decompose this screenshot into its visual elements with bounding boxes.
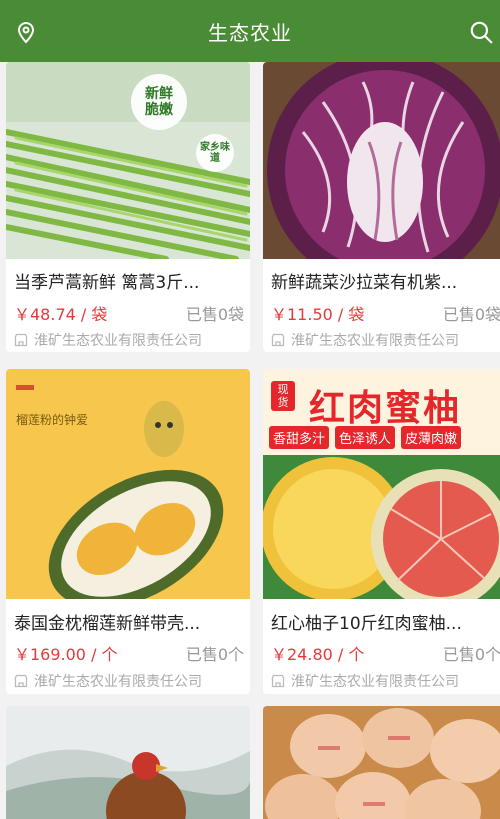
feature-chip: 皮薄肉嫩 (401, 426, 462, 449)
product-card[interactable]: 榴莲粉的钟爱 泰国金枕榴莲新鲜带壳... ￥169.00 / 个 已售0个 淮矿… (6, 369, 250, 694)
product-image[interactable] (263, 62, 500, 259)
app-header: 生态农业 (0, 0, 500, 62)
hometown-badge: 家乡味道 (196, 134, 234, 172)
store-icon (271, 333, 285, 347)
page-title: 生态农业 (208, 20, 292, 45)
search-icon[interactable] (468, 19, 494, 45)
product-name[interactable]: 红心柚子10斤红肉蜜柚... (271, 609, 500, 634)
shop-name[interactable]: 淮矿生态农业有限责任公司 (14, 671, 202, 691)
feature-chips: 香甜多汁 色泽诱人 皮薄肉嫩 (269, 426, 462, 449)
product-card[interactable]: 新鲜 脆嫩 家乡味道 当季芦蒿新鲜 篱蒿3斤... ￥48.74 / 袋 已售0… (6, 62, 250, 352)
sold-count: 已售0袋 (185, 305, 244, 324)
durian-caption: 榴莲粉的钟爱 (16, 413, 89, 427)
product-card[interactable] (263, 706, 500, 819)
location-pin-icon[interactable] (14, 20, 38, 44)
feature-chip: 色泽诱人 (335, 426, 396, 449)
product-grid: 新鲜 脆嫩 家乡味道 当季芦蒿新鲜 篱蒿3斤... ￥48.74 / 袋 已售0… (0, 62, 500, 819)
pomelo-banner: 红肉蜜柚 (308, 388, 461, 429)
shop-name[interactable]: 淮矿生态农业有限责任公司 (271, 330, 459, 350)
product-name[interactable]: 泰国金枕榴莲新鲜带壳... (14, 609, 246, 634)
product-image[interactable] (263, 706, 500, 819)
product-price: ￥24.80 / 个 (271, 645, 365, 664)
store-icon (14, 674, 28, 688)
product-name[interactable]: 新鲜蔬菜沙拉菜有机紫... (271, 268, 500, 293)
store-icon (14, 333, 28, 347)
sold-count: 已售0个 (442, 645, 500, 664)
sold-count: 已售0袋 (442, 305, 500, 324)
store-icon (271, 674, 285, 688)
shop-name[interactable]: 淮矿生态农业有限责任公司 (271, 671, 459, 691)
shop-name[interactable]: 淮矿生态农业有限责任公司 (14, 330, 202, 350)
product-card[interactable]: 现货 红肉蜜柚 香甜多汁 色泽诱人 皮薄肉嫩 红心柚子10斤红肉蜜柚... ￥2… (263, 369, 500, 694)
product-price: ￥169.00 / 个 (14, 645, 118, 664)
product-card[interactable]: 新鲜蔬菜沙拉菜有机紫... ￥11.50 / 袋 已售0袋 淮矿生态农业有限责任… (263, 62, 500, 352)
product-image[interactable]: 新鲜 脆嫩 家乡味道 (6, 62, 250, 259)
product-price: ￥11.50 / 袋 (271, 305, 365, 324)
product-card[interactable] (6, 706, 250, 819)
product-image[interactable] (6, 706, 250, 819)
product-image[interactable]: 榴莲粉的钟爱 (6, 369, 250, 599)
product-image[interactable]: 现货 红肉蜜柚 香甜多汁 色泽诱人 皮薄肉嫩 (263, 369, 500, 599)
fresh-badge: 新鲜 脆嫩 (131, 74, 187, 130)
product-name[interactable]: 当季芦蒿新鲜 篱蒿3斤... (14, 268, 246, 293)
product-price: ￥48.74 / 袋 (14, 305, 108, 324)
feature-chip: 香甜多汁 (269, 426, 330, 449)
sold-count: 已售0个 (185, 645, 244, 664)
